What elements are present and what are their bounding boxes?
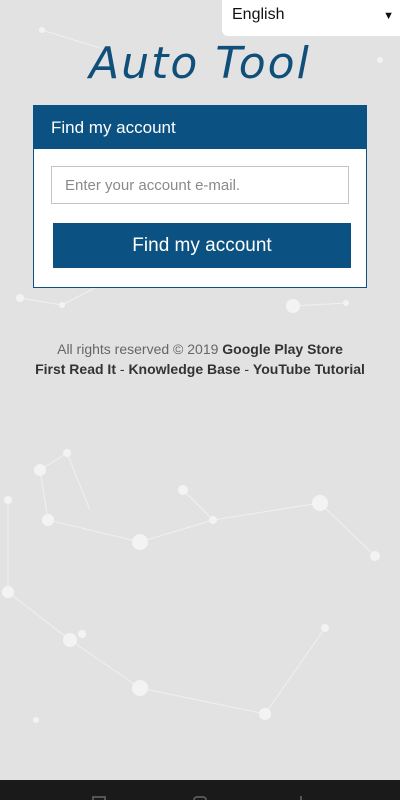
email-input[interactable] <box>51 166 349 204</box>
language-select-value: English <box>232 6 285 23</box>
find-account-button[interactable]: Find my account <box>53 223 351 268</box>
footer-separator: - <box>244 361 250 377</box>
home-icon[interactable] <box>193 796 207 800</box>
app-logo: Auto Tool <box>89 38 311 89</box>
system-navigation-bar <box>0 780 400 800</box>
copyright-text: All rights reserved © 2019 <box>57 341 219 357</box>
find-account-card: Find my account Find my account <box>33 105 367 288</box>
back-icon[interactable] <box>294 796 302 800</box>
card-title: Find my account <box>34 106 366 149</box>
chevron-down-icon: ▼ <box>383 10 394 22</box>
first-read-it-link[interactable]: First Read It <box>35 361 116 377</box>
language-select[interactable]: English ▼ <box>222 0 400 36</box>
recent-apps-icon[interactable] <box>92 796 106 800</box>
footer-line-1: All rights reserved © 2019 Google Play S… <box>0 339 400 359</box>
footer-separator: - <box>119 361 125 377</box>
footer: All rights reserved © 2019 Google Play S… <box>0 339 400 379</box>
google-play-store-link[interactable]: Google Play Store <box>222 341 343 357</box>
knowledge-base-link[interactable]: Knowledge Base <box>128 361 240 377</box>
youtube-tutorial-link[interactable]: YouTube Tutorial <box>253 361 365 377</box>
footer-line-2: First Read It - Knowledge Base - YouTube… <box>0 359 400 379</box>
